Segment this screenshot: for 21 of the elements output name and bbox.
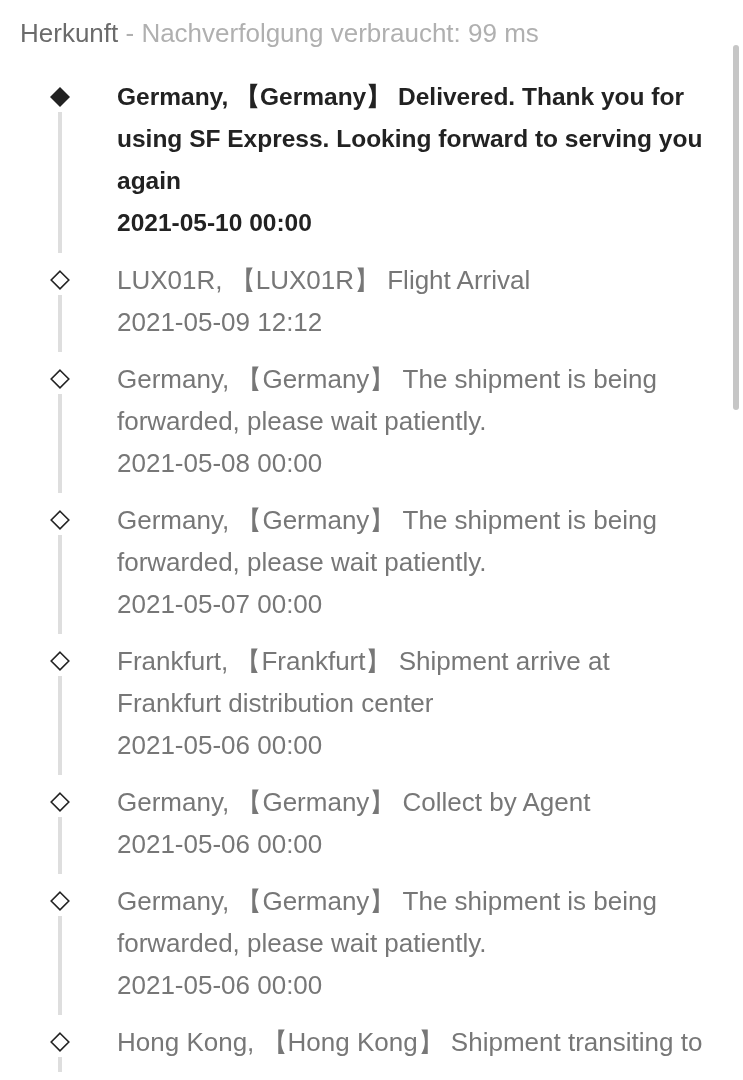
event-description: Germany, 【Germany】 Collect by Agent	[117, 786, 592, 819]
event-description: Hong Kong, 【Hong Kong】 Shipment transiting to	[117, 1026, 704, 1059]
event-description: Germany, 【Germany】 Delivered. Thank you for using SF Express. Looking forward to serving you again	[117, 82, 704, 196]
event-time: 2021-05-10 00:00	[117, 208, 313, 238]
event-description: Germany, 【Germany】 The shipment is being forwarded, please wait patiently.	[117, 504, 658, 579]
header-title: Herkunft	[20, 18, 119, 48]
event-description: Germany, 【Germany】 The shipment is being forwarded, please wait patiently.	[117, 885, 658, 960]
event-time: 2021-05-06 00:00	[117, 969, 324, 1002]
scrollbar-thumb[interactable]	[733, 45, 739, 410]
event-time: 2021-05-06 00:00	[117, 729, 324, 762]
event-time: 2021-05-06 00:00	[117, 828, 324, 861]
tracking-time-note: - Nachverfolgung verbraucht: 99 ms	[125, 18, 539, 48]
timeline-connector	[58, 1057, 62, 1072]
event-description: Frankfurt, 【Frankfurt】 Shipment arrive at Frankfurt distribution center	[117, 645, 611, 720]
event-description: Germany, 【Germany】 The shipment is being forwarded, please wait patiently.	[117, 363, 658, 438]
timeline-connector	[58, 295, 62, 352]
event-time: 2021-05-08 00:00	[117, 447, 324, 480]
event-description: LUX01R, 【LUX01R】 Flight Arrival	[117, 264, 532, 297]
event-time: 2021-05-07 00:00	[117, 588, 324, 621]
timeline-connector	[58, 817, 62, 874]
event-time: 2021-05-09 12:12	[117, 306, 324, 339]
